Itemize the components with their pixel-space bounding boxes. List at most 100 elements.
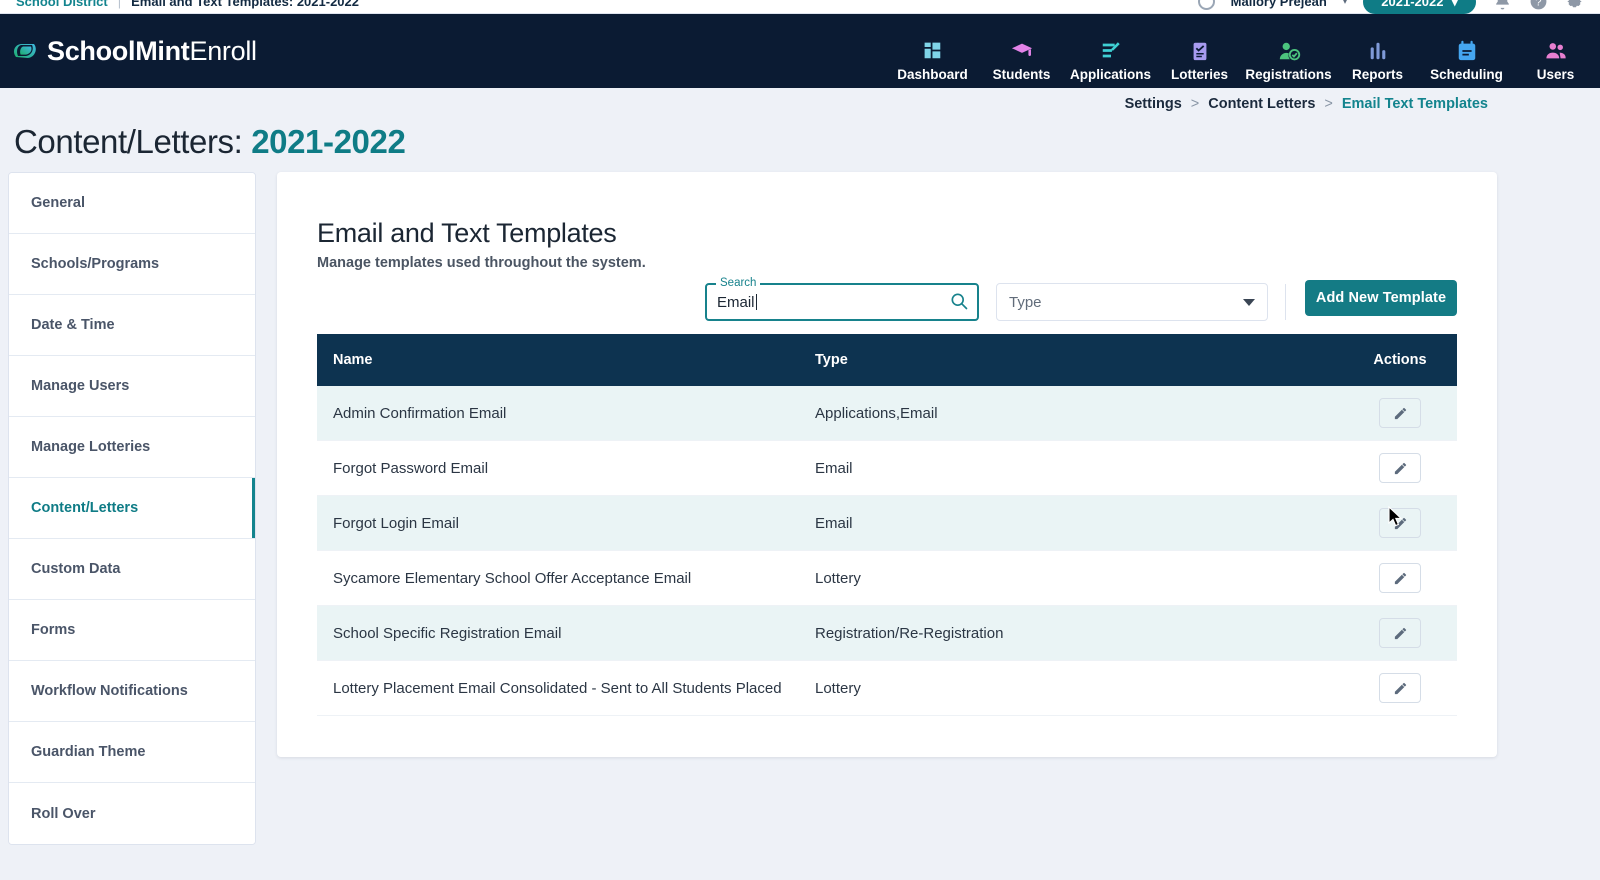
page-title-prefix: Content/Letters: [14,123,243,160]
edit-template-button[interactable] [1379,398,1421,428]
chevron-down-icon[interactable]: ▾ [1343,0,1348,7]
schoolmint-logo-icon [12,41,38,61]
breadcrumb: Settings > Content Letters > Email Text … [0,88,1600,120]
nav-label: Dashboard [897,67,968,82]
sidebar-item-label: Content/Letters [31,500,139,516]
nav-label: Scheduling [1430,67,1503,82]
bell-icon[interactable] [1492,0,1512,12]
gear-icon[interactable] [1564,0,1584,12]
brand-logo[interactable]: SchoolMintEnroll [12,36,257,67]
cell-name: Admin Confirmation Email [333,404,507,422]
column-header-name: Name [333,352,373,368]
district-name[interactable]: School District [16,0,108,9]
nav-item-lotteries[interactable]: Lotteries [1155,39,1244,82]
table-row[interactable]: Lottery Placement Email Consolidated - S… [317,661,1457,716]
edit-template-button[interactable] [1379,508,1421,538]
sidebar-item-manage-users[interactable]: Manage Users [9,356,255,417]
edit-template-button[interactable] [1379,618,1421,648]
sidebar-item-label: Manage Users [31,378,130,394]
pencil-icon [1394,627,1406,639]
breadcrumb-separator: > [1324,96,1333,112]
sidebar-item-label: Manage Lotteries [31,439,151,455]
pencil-icon [1394,682,1406,694]
breadcrumb-item-content-letters[interactable]: Content Letters [1208,96,1315,112]
nav-item-scheduling[interactable]: Scheduling [1422,39,1511,82]
nav-label: Users [1536,67,1575,82]
add-new-template-button[interactable]: Add New Template [1305,280,1457,316]
nav-label: Reports [1351,67,1403,82]
cell-type: Applications,Email [815,404,938,422]
chevron-down-icon [1243,298,1255,306]
table-row[interactable]: Forgot Login Email Email [317,496,1457,551]
sidebar-item-custom-data[interactable]: Custom Data [9,539,255,600]
sidebar-item-schools-programs[interactable]: Schools/Programs [9,234,255,295]
toolbar-divider [1285,284,1286,320]
nav-item-users[interactable]: Users [1511,39,1600,82]
application-edit-icon [1099,39,1123,62]
table-row[interactable]: Admin Confirmation Email Applications,Em… [317,386,1457,441]
utility-left-group: School District | Email and Text Templat… [16,0,359,9]
sidebar-item-roll-over[interactable]: Roll Over [9,783,255,844]
calendar-icon [1455,39,1479,62]
brand-name-light: Enroll [189,35,257,66]
sidebar-item-content-letters[interactable]: Content/Letters [9,478,255,539]
nav-item-reports[interactable]: Reports [1333,39,1422,82]
edit-template-button[interactable] [1379,673,1421,703]
nav-label: Applications [1069,67,1151,82]
breadcrumb-separator: > [1190,96,1200,112]
utility-top-bar: School District | Email and Text Templat… [0,0,1600,14]
table-row[interactable]: Sycamore Elementary School Offer Accepta… [317,551,1457,606]
sidebar-item-label: Workflow Notifications [31,683,188,699]
pencil-icon [1394,462,1406,474]
nav-item-registrations[interactable]: Registrations [1244,39,1333,82]
graduation-cap-icon [1010,39,1034,62]
pencil-icon [1394,407,1406,419]
nav-item-applications[interactable]: Applications [1066,39,1155,82]
pencil-icon [1394,572,1406,584]
templates-table: Name Type Actions Admin Confirmation Ema… [317,334,1457,716]
pencil-icon [1394,517,1406,529]
table-row[interactable]: Forgot Password Email Email [317,441,1457,496]
cell-type: Lottery [815,569,861,587]
chevron-down-icon: ▾ [1451,0,1458,9]
search-input[interactable]: Search Email [705,277,979,321]
brand-name-bold: SchoolMint [47,35,190,66]
help-icon[interactable]: ? [1528,0,1548,12]
sidebar-item-label: Roll Over [31,805,96,822]
edit-template-button[interactable] [1379,563,1421,593]
utility-right-group: Mallory Prejean ▾ 2021-2022 ▾ ? [1197,0,1584,14]
type-filter-placeholder: Type [1009,293,1042,311]
sidebar-item-manage-lotteries[interactable]: Manage Lotteries [9,417,255,478]
search-field-wrapper: Search Email [705,277,979,321]
breadcrumb-item-current[interactable]: Email Text Templates [1342,96,1488,112]
search-input-value: Email [717,293,755,311]
text-cursor [755,294,757,310]
sidebar-item-forms[interactable]: Forms [9,600,255,661]
column-header-type: Type [815,352,848,368]
type-filter-select[interactable]: Type [996,283,1268,321]
table-row[interactable]: School Specific Registration Email Regis… [317,606,1457,661]
users-icon [1544,39,1568,62]
svg-text:?: ? [1535,0,1541,8]
nav-item-dashboard[interactable]: Dashboard [888,39,977,82]
user-name[interactable]: Mallory Prejean [1231,0,1327,9]
topbar-separator: | [117,0,122,9]
page-title-year: 2021-2022 [251,123,406,160]
sidebar-item-workflow-notifications[interactable]: Workflow Notifications [9,661,255,722]
edit-template-button[interactable] [1379,453,1421,483]
sidebar-item-guardian-theme[interactable]: Guardian Theme [9,722,255,783]
breadcrumb-item-settings[interactable]: Settings [1125,96,1182,112]
search-icon[interactable] [949,291,971,313]
user-check-icon [1277,39,1301,62]
sidebar-item-label: Custom Data [31,561,121,577]
email-text-templates-panel: Email and Text Templates Manage template… [277,172,1497,757]
sidebar-item-general[interactable]: General [9,173,255,234]
school-year-badge[interactable]: 2021-2022 ▾ [1363,0,1476,14]
nav-item-students[interactable]: Students [977,39,1066,82]
avatar [1197,0,1215,10]
table-header-row: Name Type Actions [317,334,1457,386]
sidebar-item-date-time[interactable]: Date & Time [9,295,255,356]
panel-title: Email and Text Templates [317,218,617,248]
cell-type: Registration/Re-Registration [815,624,1004,642]
cell-name: Forgot Login Email [333,514,459,532]
